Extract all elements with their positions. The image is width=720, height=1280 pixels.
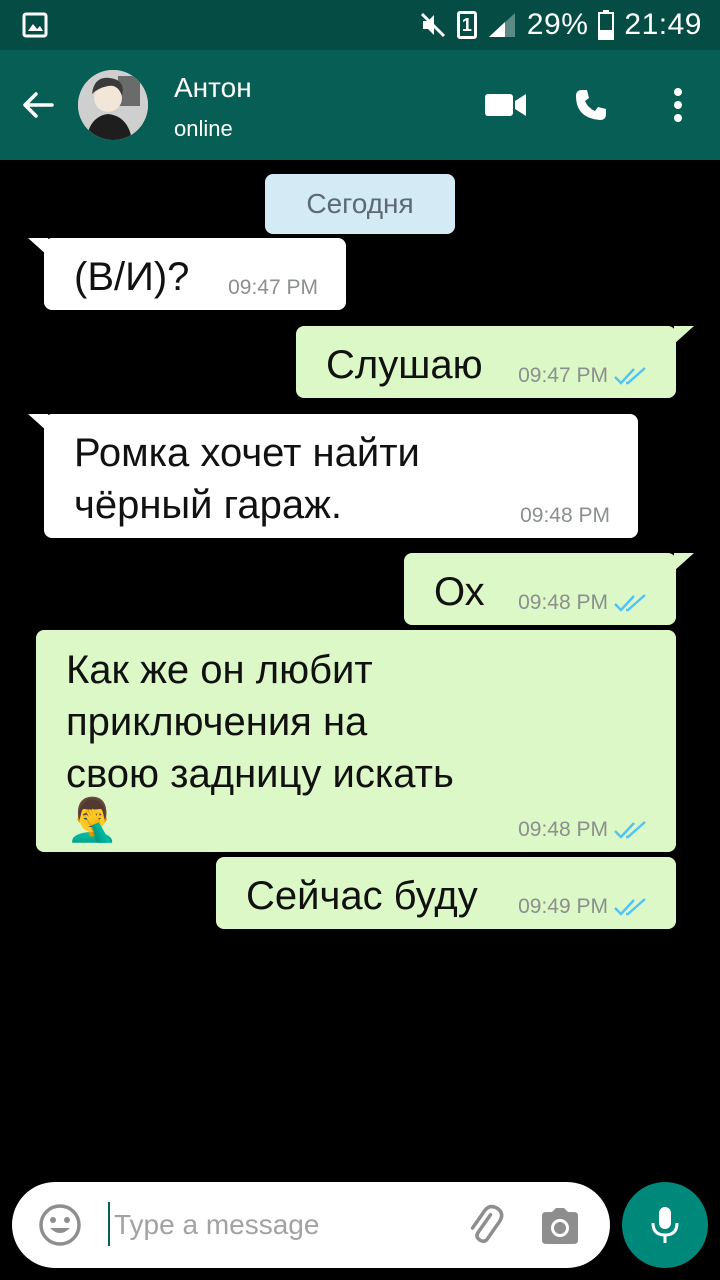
message-outgoing[interactable]: Сейчас буду 09:49 PM bbox=[216, 857, 676, 929]
facepalm-emoji: 🤦‍♂️ bbox=[66, 796, 119, 843]
battery-percent: 29% bbox=[526, 8, 589, 41]
mic-icon bbox=[651, 1207, 679, 1243]
avatar[interactable] bbox=[78, 70, 148, 140]
mic-button[interactable] bbox=[622, 1182, 708, 1268]
chat-header: Антон online bbox=[0, 50, 720, 160]
attach-icon[interactable] bbox=[462, 1202, 506, 1246]
message-outgoing[interactable]: Ох 09:48 PM bbox=[404, 553, 694, 625]
clock: 21:49 bbox=[624, 8, 702, 41]
message-incoming[interactable]: Ромка хочет найти чёрный гараж. 09:48 PM bbox=[28, 414, 638, 538]
message-time: 09:47 PM bbox=[518, 364, 608, 387]
read-ticks-icon bbox=[614, 594, 646, 612]
message-time: 09:48 PM bbox=[518, 591, 608, 614]
signal-icon bbox=[488, 13, 515, 37]
text-caret bbox=[108, 1202, 110, 1246]
message-incoming[interactable]: (В/И)? 09:47 PM bbox=[28, 238, 346, 310]
message-time: 09:48 PM bbox=[518, 818, 608, 841]
video-call-button[interactable] bbox=[484, 83, 528, 127]
date-divider: Сегодня bbox=[265, 174, 455, 234]
back-arrow-icon[interactable] bbox=[18, 85, 58, 125]
more-vert-icon bbox=[674, 88, 682, 122]
contact-status: online bbox=[174, 116, 233, 141]
avatar-image bbox=[78, 70, 148, 140]
message-outgoing[interactable]: Слушаю 09:47 PM bbox=[296, 326, 694, 398]
read-ticks-icon bbox=[614, 367, 646, 385]
message-input[interactable] bbox=[114, 1200, 454, 1250]
message-composer bbox=[12, 1182, 610, 1268]
read-ticks-icon bbox=[614, 821, 646, 839]
emoji-icon[interactable] bbox=[38, 1203, 82, 1247]
message-list[interactable]: Сегодня (В/И)? 09:47 PM Слушаю 09:47 PM … bbox=[0, 160, 720, 1180]
phone-icon bbox=[576, 90, 606, 120]
gallery-icon bbox=[22, 12, 48, 38]
voice-call-button[interactable] bbox=[569, 83, 613, 127]
message-outgoing[interactable]: Как же он любит приключения на свою задн… bbox=[36, 630, 676, 852]
more-options-button[interactable] bbox=[656, 83, 700, 127]
sim-icon: 1 bbox=[456, 11, 477, 39]
message-text: Как же он любит приключения на свою задн… bbox=[66, 648, 454, 796]
message-time: 09:48 PM bbox=[520, 504, 610, 527]
message-text: Слушаю bbox=[326, 343, 483, 387]
message-text: Сейчас буду bbox=[246, 874, 478, 918]
video-call-icon bbox=[485, 94, 526, 116]
camera-icon[interactable] bbox=[538, 1204, 582, 1248]
status-bar: 1 29% 21:49 bbox=[0, 0, 720, 50]
message-text: (В/И)? bbox=[74, 255, 190, 299]
message-text: Ромка хочет найти чёрный гараж. bbox=[74, 431, 420, 527]
contact-name[interactable]: Антон bbox=[174, 72, 252, 104]
message-text: Ох bbox=[434, 570, 485, 614]
mute-icon bbox=[420, 12, 445, 38]
read-ticks-icon bbox=[614, 898, 646, 916]
message-time: 09:49 PM bbox=[518, 895, 608, 918]
message-time: 09:47 PM bbox=[228, 276, 318, 299]
battery-icon bbox=[598, 10, 615, 40]
